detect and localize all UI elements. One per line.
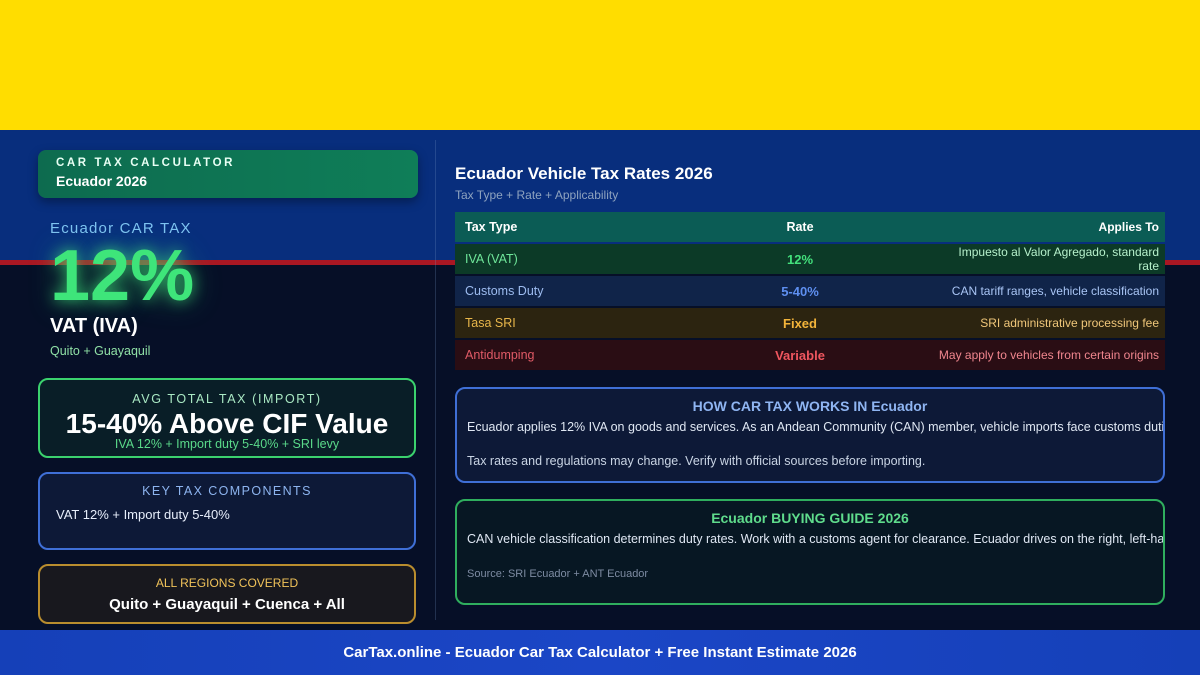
avg-tax-kicker: AVG TOTAL TAX (IMPORT): [132, 392, 322, 406]
row-rate: 12%: [786, 251, 814, 267]
footer-banner: CarTax.online - Ecuador Car Tax Calculat…: [0, 630, 1200, 675]
regions-card: ALL REGIONS COVERED Quito + Guayaquil + …: [38, 564, 416, 624]
tax-rates-table: Tax Type Rate Applies To IVA (VAT) 12% I…: [455, 212, 1165, 372]
row-rate: Fixed: [783, 315, 817, 331]
components-kicker: KEY TAX COMPONENTS: [142, 484, 312, 498]
header-applies-to: Applies To: [1098, 220, 1159, 234]
table-row: IVA (VAT) 12% Impuesto al Valor Agregado…: [455, 244, 1165, 274]
vat-rate-label: VAT (IVA): [50, 315, 138, 337]
brand-kicker: CAR TAX CALCULATOR: [56, 157, 236, 169]
flag-yellow-stripe: [0, 0, 1200, 130]
buying-guide-title: Ecuador BUYING GUIDE 2026: [711, 510, 909, 526]
table-header-row: Tax Type Rate Applies To: [455, 212, 1165, 242]
rates-subtitle: Tax Type + Rate + Applicability: [455, 188, 619, 202]
row-rate: 5-40%: [781, 283, 819, 299]
rates-title: Ecuador Vehicle Tax Rates 2026: [455, 164, 713, 183]
brand-card: CAR TAX CALCULATOR Ecuador 2026: [38, 150, 418, 198]
components-value: VAT 12% + Import duty 5-40%: [56, 507, 230, 522]
row-applies-to: CAN tariff ranges, vehicle classificatio…: [951, 284, 1159, 298]
row-applies-to: Impuesto al Valor Agregado, standard rat…: [958, 245, 1159, 273]
row-applies-to: SRI administrative processing fee: [980, 316, 1159, 330]
buying-guide-text: CAN vehicle classification determines du…: [467, 532, 1165, 546]
country-tax-label: Ecuador CAR TAX: [50, 220, 192, 237]
how-it-works-text: Ecuador applies 12% IVA on goods and ser…: [467, 420, 1165, 434]
regions-kicker: ALL REGIONS COVERED: [155, 576, 299, 590]
row-tax-type: Customs Duty: [465, 284, 544, 298]
key-components-card: KEY TAX COMPONENTS VAT 12% + Import duty…: [38, 472, 416, 550]
row-applies-to: May apply to vehicles from certain origi…: [938, 348, 1159, 362]
vat-rate-value: 12%: [50, 236, 195, 316]
table-row: Antidumping Variable May apply to vehicl…: [455, 340, 1165, 370]
vat-cities: Quito + Guayaquil: [50, 344, 151, 358]
table-row: Customs Duty 5-40% CAN tariff ranges, ve…: [455, 276, 1165, 306]
table-row: Tasa SRI Fixed SRI administrative proces…: [455, 308, 1165, 338]
row-rate: Variable: [775, 347, 825, 363]
how-it-works-title: HOW CAR TAX WORKS IN Ecuador: [692, 398, 928, 414]
column-divider: [435, 140, 436, 620]
how-it-works-card: HOW CAR TAX WORKS IN Ecuador Ecuador app…: [455, 387, 1165, 483]
avg-total-tax-card: AVG TOTAL TAX (IMPORT) 15-40% Above CIF …: [38, 378, 416, 458]
row-tax-type: Tasa SRI: [465, 316, 516, 330]
footer-text: CarTax.online - Ecuador Car Tax Calculat…: [343, 644, 857, 661]
row-tax-type: IVA (VAT): [465, 252, 518, 266]
avg-tax-value: 15-40% Above CIF Value: [65, 408, 389, 439]
header-rate: Rate: [786, 220, 814, 234]
brand-title: Ecuador 2026: [56, 173, 148, 189]
how-it-works-note: Tax rates and regulations may change. Ve…: [467, 454, 926, 468]
regions-value: Quito + Guayaquil + Cuenca + All: [109, 596, 345, 613]
header-tax-type: Tax Type: [465, 220, 518, 234]
row-tax-type: Antidumping: [465, 348, 535, 362]
buying-guide-source: Source: SRI Ecuador + ANT Ecuador: [467, 568, 649, 580]
buying-guide-card: Ecuador BUYING GUIDE 2026 CAN vehicle cl…: [455, 499, 1165, 605]
